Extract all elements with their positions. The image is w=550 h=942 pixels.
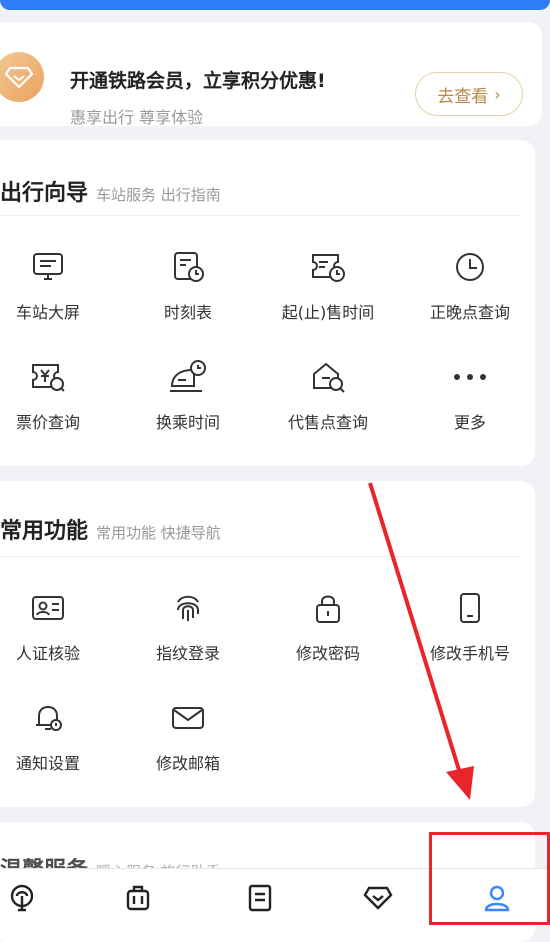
grid-item-id-verify[interactable]: 人证核验 [0,586,118,664]
divider [0,556,520,557]
orders-icon [248,884,272,912]
grid-item-transfer-time[interactable]: 换乘时间 [118,355,258,433]
diamond-icon [0,52,44,102]
grid-item-label: 修改邮箱 [155,754,220,773]
fare-query-icon [26,355,70,399]
mail-icon [166,696,210,740]
agency-query-icon [306,355,350,399]
section-hint: 车站服务 出行指南 [96,186,221,204]
fingerprint-icon [166,586,210,630]
annotation-highlight-box [429,832,550,925]
member-icon [363,886,393,910]
clock-icon [448,245,492,289]
section-title-text: 出行向导 [0,181,89,206]
station-screen-icon [26,245,70,289]
chevron-right-icon: › [494,84,501,104]
header-background [0,0,550,10]
phone-icon [448,586,492,630]
grid-item-label: 更多 [453,413,486,432]
more-icon [448,355,492,399]
grid-item-change-password[interactable]: 修改密码 [258,586,398,664]
grid-item-label: 修改手机号 [429,644,510,663]
grid-item-station-screen[interactable]: 车站大屏 [0,245,118,323]
grid-item-more[interactable]: 更多 [400,355,540,433]
transfer-time-icon [166,355,210,399]
common-functions-card: 常用功能 常用功能 快捷导航 人证核验 指纹登录 修改密码 修改手机号 通知设置 … [0,481,535,807]
grid-item-label: 正晚点查询 [429,303,510,322]
grid-item-label: 起(止)售时间 [281,303,375,322]
timetable-icon [166,245,210,289]
grid-item-delay-query[interactable]: 正晚点查询 [400,245,540,323]
grid-item-label: 人证核验 [15,644,80,663]
ticket-sale-time-icon [306,245,350,289]
view-button[interactable]: 去查看 › [415,72,523,116]
lock-icon [306,586,350,630]
nav-orders[interactable] [240,883,280,913]
section-hint: 常用功能 快捷导航 [96,524,221,542]
grid-item-timetable[interactable]: 时刻表 [118,245,258,323]
grid-item-label: 指纹登录 [155,644,220,663]
nav-member[interactable] [358,883,398,913]
section-title-travel-guide: 出行向导 车站服务 出行指南 [0,175,221,207]
grid-item-label: 票价查询 [15,413,80,432]
grid-item-change-phone[interactable]: 修改手机号 [400,586,540,664]
bell-icon [26,696,70,740]
grid-item-label: 代售点查询 [287,413,368,432]
grid-item-change-email[interactable]: 修改邮箱 [118,696,258,774]
grid-item-fare-query[interactable]: 票价查询 [0,355,118,433]
grid-item-label: 换乘时间 [155,413,220,432]
promo-title: 开通铁路会员，立享积分优惠! [70,70,326,92]
section-title-text: 常用功能 [0,519,89,544]
grid-item-sale-time[interactable]: 起(止)售时间 [258,245,398,323]
view-button-label: 去查看 [437,86,489,107]
grid-item-label: 修改密码 [295,644,360,663]
grid-item-fingerprint[interactable]: 指纹登录 [118,586,258,664]
promo-subtitle: 惠享出行 尊享体验 [70,108,204,127]
grid-item-agency-query[interactable]: 代售点查询 [258,355,398,433]
nav-luggage[interactable] [118,883,158,913]
grid-item-label: 时刻表 [163,303,212,322]
grid-item-notification-settings[interactable]: 通知设置 [0,696,118,774]
home-icon [10,884,34,912]
divider [0,215,520,216]
nav-home[interactable] [2,883,42,913]
grid-item-label: 车站大屏 [15,303,80,322]
section-title-common-functions: 常用功能 常用功能 快捷导航 [0,513,221,545]
id-card-icon [26,586,70,630]
luggage-icon [126,885,150,911]
grid-item-label: 通知设置 [15,754,80,773]
travel-guide-card: 出行向导 车站服务 出行指南 车站大屏 时刻表 起(止)售时间 正晚点查询 票价查… [0,140,535,466]
membership-promo-card[interactable]: 开通铁路会员，立享积分优惠! 惠享出行 尊享体验 去查看 › [0,22,542,127]
